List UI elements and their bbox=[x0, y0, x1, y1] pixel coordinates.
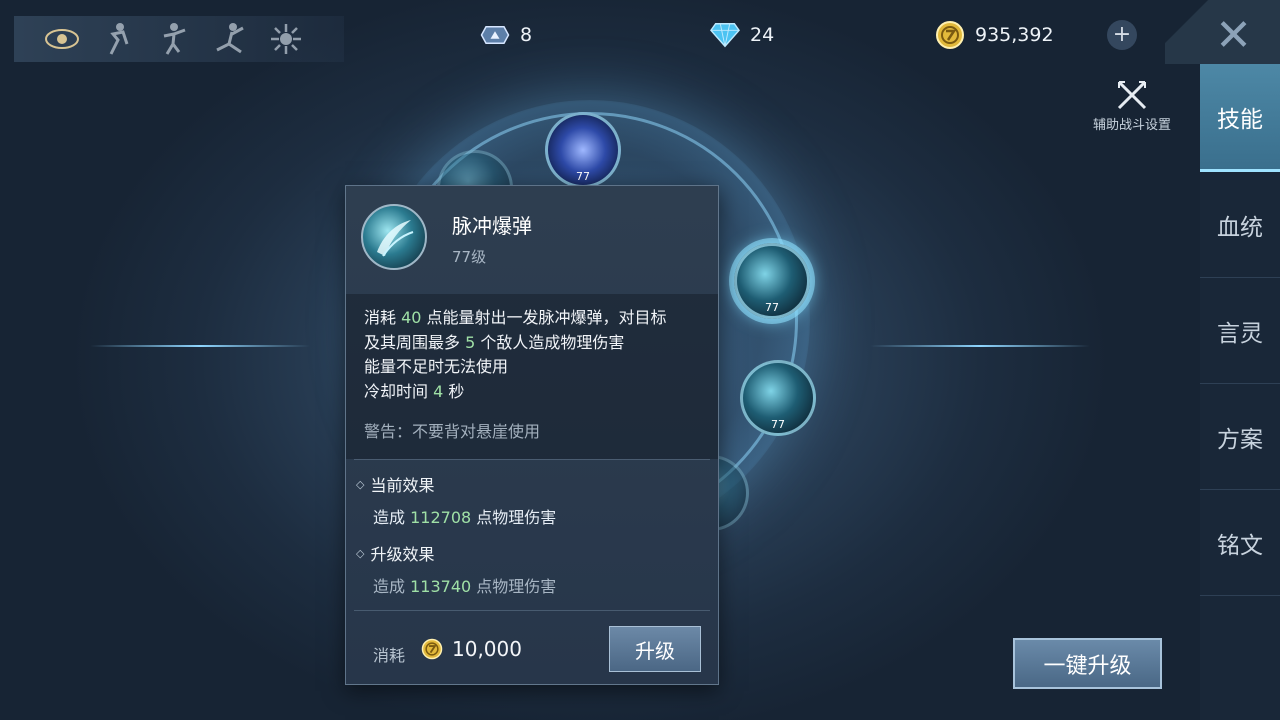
upgrade-effect-value: 造成 113740 点物理伤害 bbox=[373, 577, 557, 596]
diamond-icon bbox=[710, 20, 740, 50]
target-count-value: 5 bbox=[465, 332, 476, 352]
tab-spirit-words[interactable]: 言灵 bbox=[1200, 278, 1280, 384]
tab-plans[interactable]: 方案 bbox=[1200, 384, 1280, 490]
diamond-bullet-icon: ◇ bbox=[356, 477, 365, 491]
gold-coin-icon bbox=[935, 20, 965, 50]
close-area: ✕ bbox=[1165, 0, 1280, 64]
diamond-bullet-icon: ◇ bbox=[356, 546, 365, 560]
kick-figure-icon[interactable] bbox=[210, 19, 250, 59]
close-icon[interactable]: ✕ bbox=[1215, 10, 1252, 61]
tab-inscriptions[interactable]: 铭文 bbox=[1200, 490, 1280, 596]
skill-node-level: 77 bbox=[771, 418, 785, 431]
gold-coin-icon bbox=[421, 638, 443, 660]
skill-name: 脉冲爆弹 bbox=[452, 214, 532, 238]
ticket-count: 8 bbox=[520, 24, 533, 46]
one-key-upgrade-button[interactable]: 一键升级 bbox=[1013, 638, 1162, 689]
ticket-icon bbox=[480, 20, 510, 50]
cost-label: 消耗 bbox=[373, 646, 406, 665]
crossed-swords-icon bbox=[1084, 78, 1180, 114]
skill-level: 77级 bbox=[452, 248, 487, 266]
glow-line-left bbox=[90, 345, 310, 347]
assist-combat-settings-button[interactable]: 辅助战斗设置 bbox=[1084, 78, 1180, 133]
tab-skills[interactable]: 技能 bbox=[1200, 64, 1280, 172]
cost-value: 10,000 bbox=[452, 637, 522, 661]
skill-node-pulse-bomb[interactable]: 77 bbox=[734, 243, 810, 319]
skill-detail-popup: 脉冲爆弹 77级 消耗 40 点能量射出一发脉冲爆弹，对目标 及其周围最多 5 … bbox=[345, 185, 719, 685]
top-bar: 8 24 935,392 + bbox=[0, 0, 1200, 64]
tab-bloodline[interactable]: 血统 bbox=[1200, 172, 1280, 278]
current-effect-title: ◇ 当前效果 bbox=[356, 476, 435, 495]
upgrade-effect-title: ◇ 升级效果 bbox=[356, 545, 435, 564]
dash-figure-icon[interactable] bbox=[98, 19, 138, 59]
add-currency-button[interactable]: + bbox=[1107, 20, 1137, 50]
glow-line-right bbox=[870, 345, 1090, 347]
skill-description-box: 消耗 40 点能量射出一发脉冲爆弹，对目标 及其周围最多 5 个敌人造成物理伤害… bbox=[346, 294, 718, 459]
eye-emblem-icon[interactable] bbox=[42, 19, 82, 59]
divider bbox=[354, 459, 710, 460]
current-effect-value: 造成 112708 点物理伤害 bbox=[373, 508, 557, 527]
energy-cost-value: 40 bbox=[401, 308, 422, 327]
cooldown-value: 4 bbox=[433, 381, 444, 401]
assist-label: 辅助战斗设置 bbox=[1092, 118, 1171, 133]
leap-figure-icon[interactable] bbox=[154, 19, 194, 59]
gem-count: 24 bbox=[750, 24, 775, 46]
coin-currency: 935,392 bbox=[935, 20, 1054, 50]
burst-icon[interactable] bbox=[266, 19, 306, 59]
side-nav: 技能 血统 言灵 方案 铭文 bbox=[1200, 64, 1280, 720]
skill-detail-header: 脉冲爆弹 77级 bbox=[346, 186, 718, 294]
skill-node-moon[interactable]: 77 bbox=[545, 112, 621, 188]
divider bbox=[354, 610, 710, 611]
skill-node-level: 77 bbox=[765, 301, 779, 314]
ticket-currency: 8 bbox=[480, 20, 532, 50]
skill-description: 消耗 40 点能量射出一发脉冲爆弹，对目标 及其周围最多 5 个敌人造成物理伤害… bbox=[364, 308, 667, 401]
upgrade-button[interactable]: 升级 bbox=[609, 626, 701, 672]
skill-warning: 警告：不要背对悬崖使用 bbox=[364, 422, 541, 441]
gem-currency: 24 bbox=[710, 20, 774, 50]
skill-type-icons bbox=[14, 16, 344, 62]
coin-count: 935,392 bbox=[975, 24, 1054, 46]
pulse-bomb-skill-icon bbox=[361, 204, 427, 270]
skill-node-level: 77 bbox=[576, 170, 590, 183]
skill-node-claw[interactable]: 77 bbox=[740, 360, 816, 436]
